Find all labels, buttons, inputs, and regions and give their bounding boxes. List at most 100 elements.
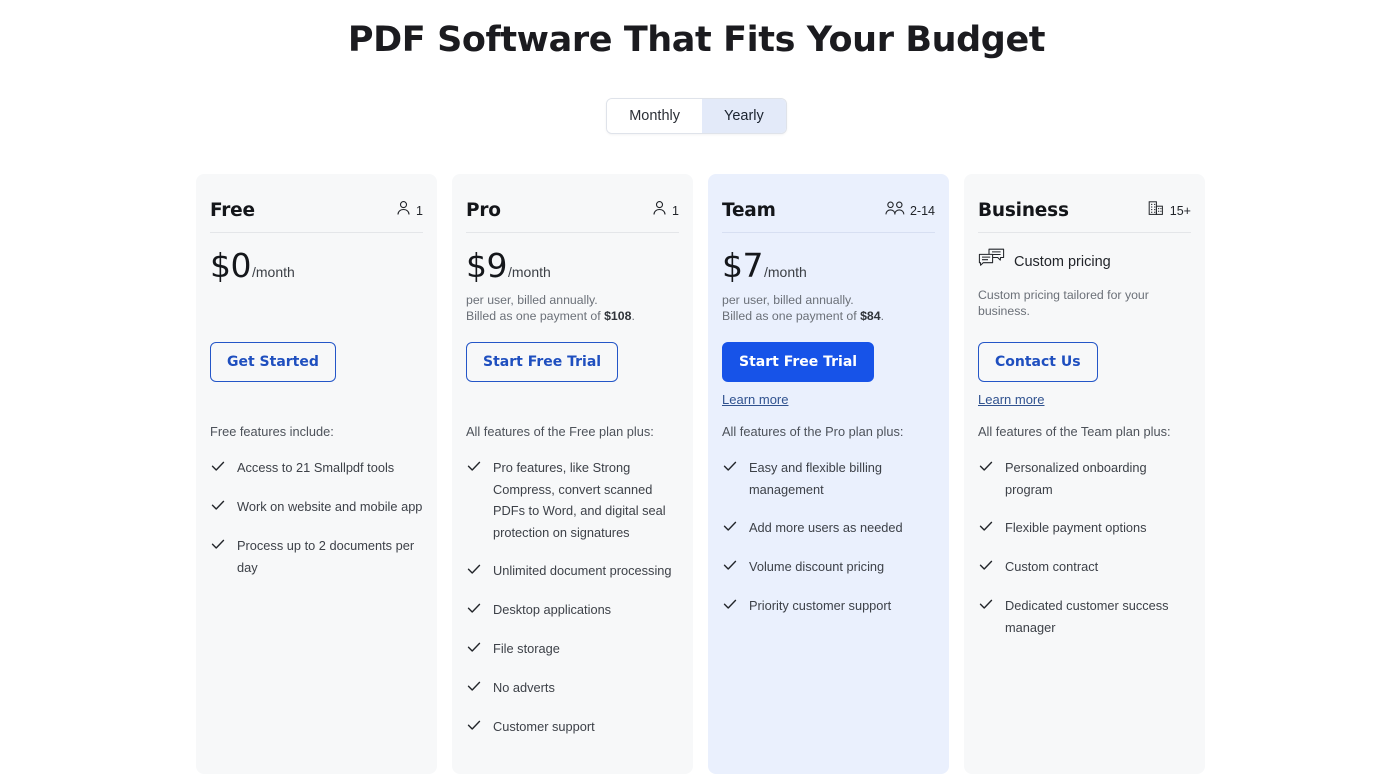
features-title-pro: All features of the Free plan plus: (466, 424, 654, 439)
chat-bubbles-icon (978, 247, 1006, 276)
feature-text: Add more users as needed (749, 520, 903, 535)
check-icon (722, 518, 738, 539)
annual-total-suffix: . (631, 308, 635, 323)
card-header-free: Free 1 (210, 200, 423, 233)
price-note-team: per user, billed annually. Billed as one… (722, 293, 935, 324)
feature-item: Easy and flexible billing management (722, 457, 937, 500)
check-icon (722, 458, 738, 479)
pricing-card-pro: Pro 1 $9 /month per user, billed annuall… (452, 174, 693, 774)
feature-item: No adverts (466, 677, 681, 699)
card-header-pro: Pro 1 (466, 200, 679, 233)
check-icon (466, 678, 482, 699)
price-amount-team: $7 (722, 246, 764, 285)
pricing-card-business: Business 15+ Custom pricing Custom prici… (964, 174, 1205, 774)
price-period-team: /month (764, 264, 807, 280)
price-row-pro: $9 /month (466, 249, 679, 283)
get-started-button[interactable]: Get Started (210, 342, 336, 382)
check-icon (210, 458, 226, 479)
check-icon (210, 497, 226, 518)
seats-count-team: 2-14 (909, 203, 935, 218)
feature-text: Process up to 2 documents per day (237, 538, 415, 575)
cta-slot-team: Start Free Trial Learn more (722, 342, 935, 409)
feature-text: Personalized onboarding program (1005, 460, 1147, 497)
plan-name-pro: Pro (466, 200, 501, 221)
features-team: All features of the Pro plan plus: Easy … (722, 424, 937, 634)
feature-item: Priority customer support (722, 595, 937, 617)
feature-item: Custom contract (978, 556, 1193, 578)
feature-text: Easy and flexible billing management (749, 460, 883, 497)
price-period-free: /month (252, 264, 295, 280)
feature-item: Work on website and mobile app (210, 496, 425, 518)
check-icon (722, 557, 738, 578)
seats-count-free: 1 (416, 203, 423, 218)
cta-slot-free: Get Started (210, 342, 423, 382)
features-title-business: All features of the Team plan plus: (978, 424, 1171, 439)
single-person-icon (396, 200, 411, 221)
cta-slot-pro: Start Free Trial (466, 342, 679, 382)
building-icon (1148, 200, 1165, 221)
feature-text: Customer support (493, 719, 595, 734)
seats-count-business: 15+ (1169, 203, 1191, 218)
feature-item: Customer support (466, 716, 681, 738)
check-icon (466, 717, 482, 738)
check-icon (210, 536, 226, 557)
annual-total-prefix: Billed as one payment of (466, 308, 605, 323)
plan-name-business: Business (978, 200, 1069, 221)
feature-text: No adverts (493, 680, 555, 695)
annual-total-prefix: Billed as one payment of (722, 308, 861, 323)
price-amount-pro: $9 (466, 246, 508, 285)
plan-name-team: Team (722, 200, 776, 221)
features-title-free: Free features include: (210, 424, 334, 439)
feature-text: Work on website and mobile app (237, 499, 423, 514)
features-business: All features of the Team plan plus: Pers… (978, 424, 1193, 655)
seats-team: 2-14 (885, 200, 935, 221)
feature-item: Flexible payment options (978, 517, 1193, 539)
feature-item: Personalized onboarding program (978, 457, 1193, 500)
features-free: Free features include: Access to 21 Smal… (210, 424, 425, 595)
price-row-free: $0 /month (210, 249, 423, 283)
feature-text: Volume discount pricing (749, 559, 885, 574)
check-icon (466, 458, 482, 479)
price-row-team: $7 /month (722, 249, 935, 283)
feature-text: File storage (493, 641, 560, 656)
feature-item: Unlimited document processing (466, 560, 681, 582)
billing-cycle-text: per user, billed annually. (466, 293, 598, 307)
check-icon (978, 518, 994, 539)
check-icon (466, 561, 482, 582)
feature-text: Dedicated customer success manager (1005, 598, 1169, 635)
learn-more-link-team[interactable]: Learn more (722, 392, 788, 407)
feature-text: Unlimited document processing (493, 563, 672, 578)
billing-toggle-yearly[interactable]: Yearly (702, 99, 786, 133)
custom-pricing-description: Custom pricing tailored for your busines… (978, 288, 1149, 318)
billing-toggle[interactable]: Monthly Yearly (606, 98, 787, 134)
two-people-icon (885, 200, 905, 221)
price-period-pro: /month (508, 264, 551, 280)
feature-text: Pro features, like Strong Compress, conv… (493, 460, 666, 540)
feature-item: Dedicated customer success manager (978, 595, 1193, 638)
feature-item: Desktop applications (466, 599, 681, 621)
learn-more-link-business[interactable]: Learn more (978, 392, 1044, 407)
plan-name-free: Free (210, 200, 255, 221)
start-free-trial-button-pro[interactable]: Start Free Trial (466, 342, 619, 382)
price-amount-free: $0 (210, 246, 252, 285)
check-icon (466, 639, 482, 660)
pricing-card-team: Team 2-14 $7 /month per user, billed ann… (708, 174, 949, 774)
seats-count-pro: 1 (672, 203, 679, 218)
features-title-team: All features of the Pro plan plus: (722, 424, 904, 439)
feature-text: Flexible payment options (1005, 520, 1147, 535)
check-icon (978, 557, 994, 578)
billing-toggle-monthly[interactable]: Monthly (607, 99, 702, 133)
feature-item: Access to 21 Smallpdf tools (210, 457, 425, 479)
features-pro: All features of the Free plan plus: Pro … (466, 424, 681, 755)
page-title: PDF Software That Fits Your Budget (347, 20, 1046, 60)
feature-item: Process up to 2 documents per day (210, 535, 425, 578)
annual-total-amount: $108 (604, 308, 632, 323)
feature-item: Pro features, like Strong Compress, conv… (466, 457, 681, 543)
annual-total-suffix: . (880, 308, 885, 323)
feature-text: Desktop applications (493, 602, 612, 617)
start-free-trial-button-team[interactable]: Start Free Trial (722, 342, 875, 382)
card-header-business: Business 15+ (978, 200, 1191, 233)
contact-us-button[interactable]: Contact Us (978, 342, 1098, 382)
price-note-pro: per user, billed annually. Billed as one… (466, 293, 679, 324)
check-icon (722, 596, 738, 617)
